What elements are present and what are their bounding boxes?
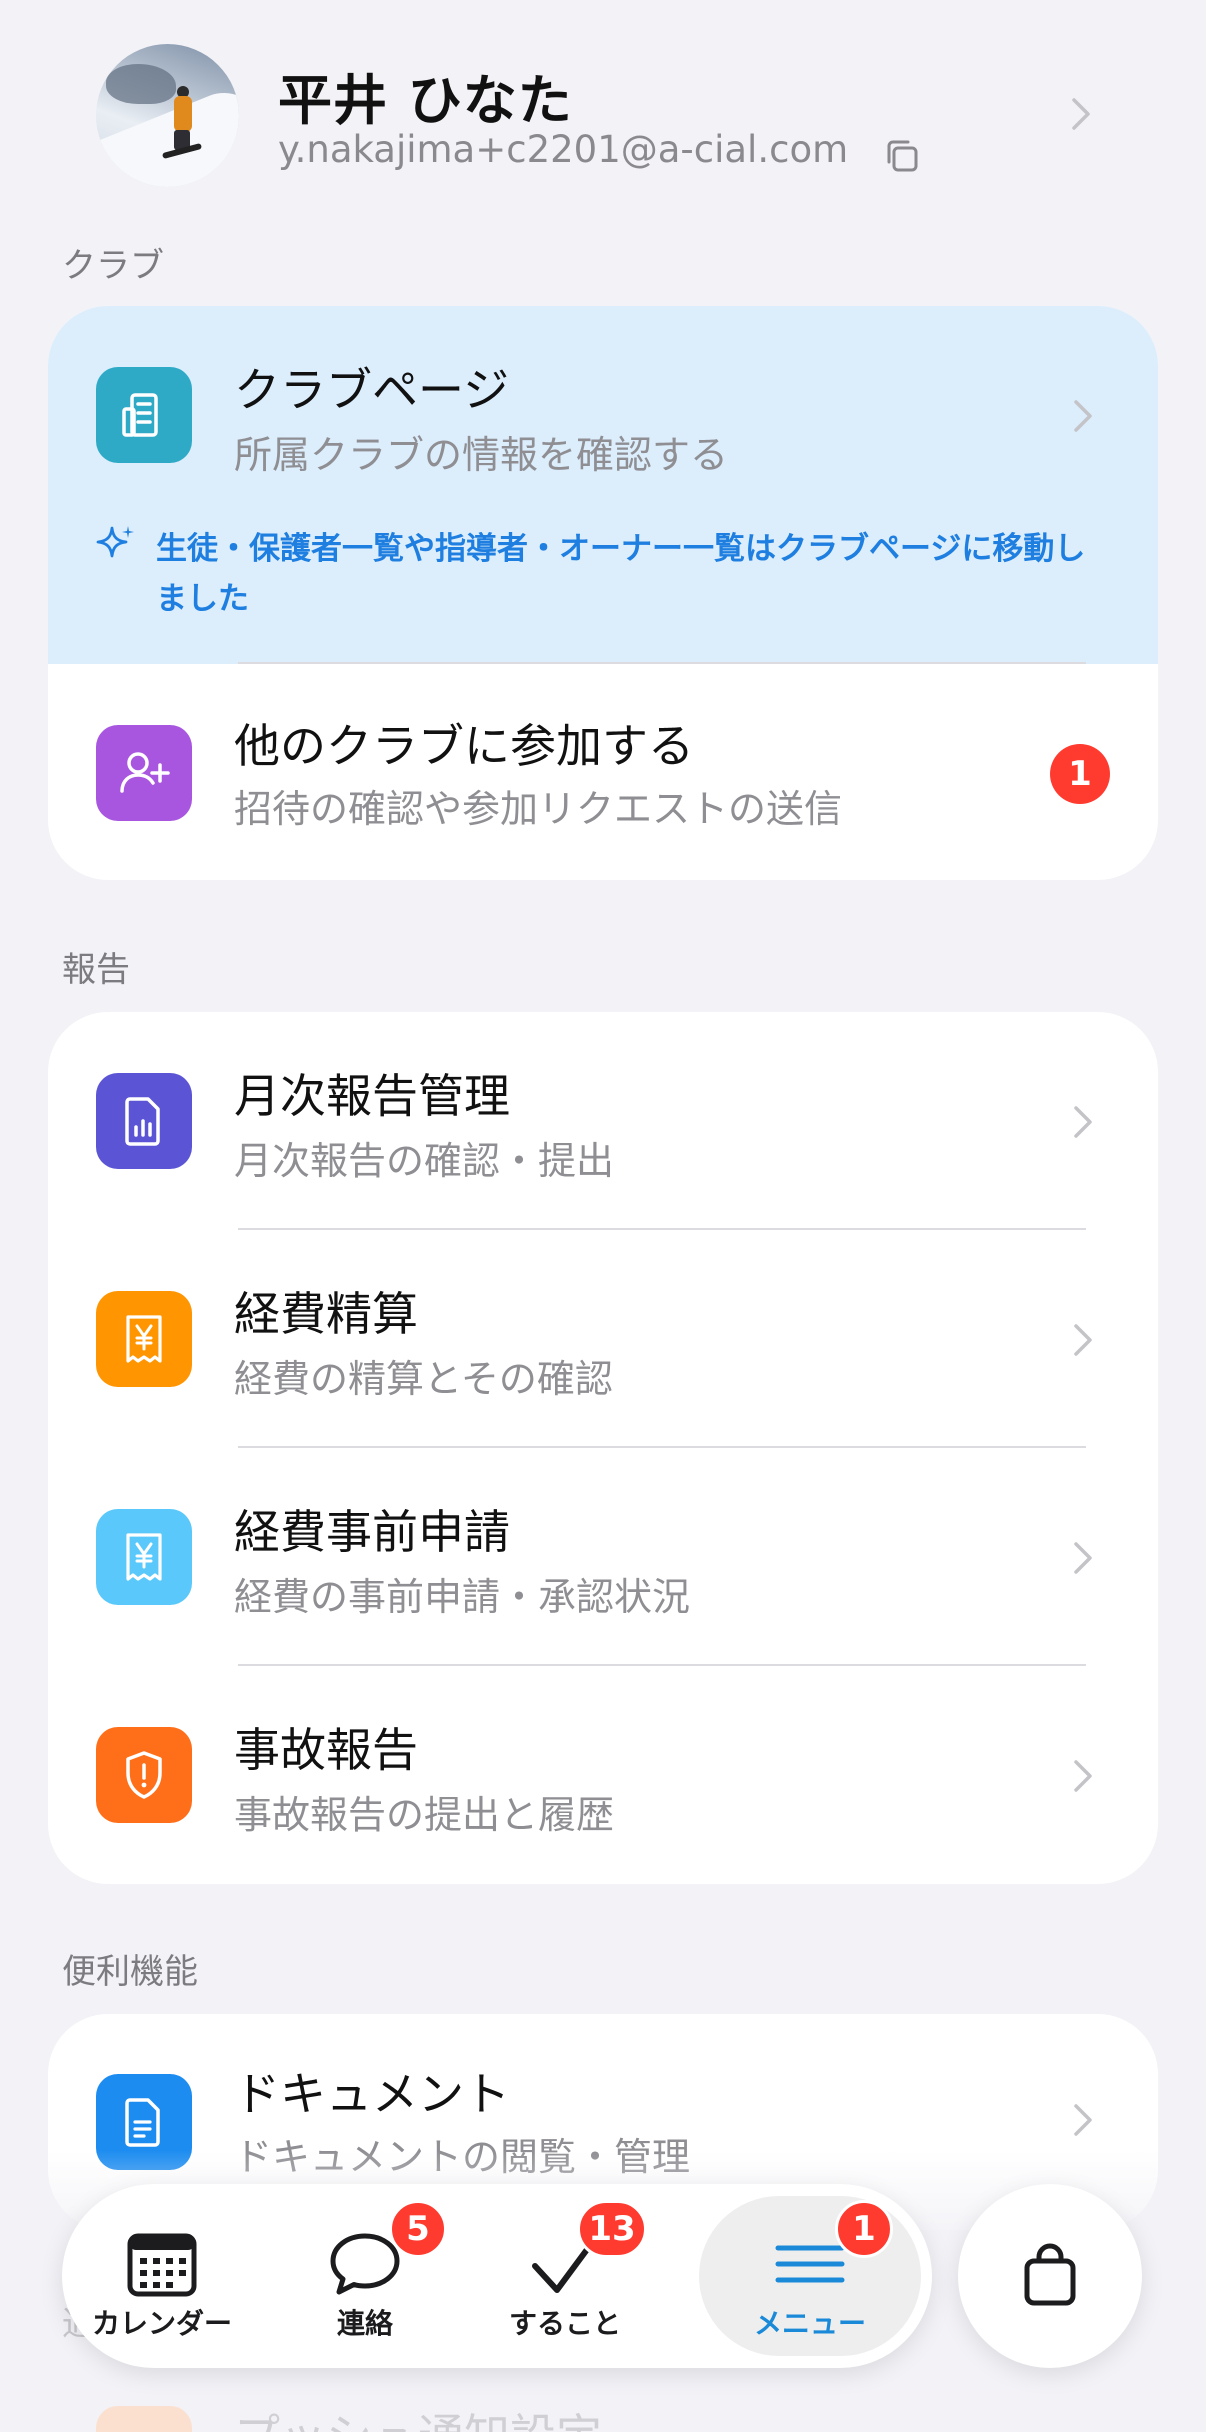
- tab-menu-label: メニュー: [753, 2307, 866, 2340]
- expense-settlement-row[interactable]: 経費精算 経費の精算とその確認: [48, 1230, 1158, 1448]
- tab-messages[interactable]: 連絡 5: [265, 2184, 465, 2368]
- todo-badge: 13: [577, 2200, 647, 2258]
- section-label-club: クラブ: [62, 246, 164, 286]
- monthly-report-title: 月次報告管理: [234, 1069, 510, 1123]
- calendar-icon: [127, 2233, 197, 2297]
- menu-screen: 平井 ひなた y.nakajima+c2201@a-cial.com クラブ ク…: [0, 0, 1206, 2432]
- chart-document-icon: [96, 1073, 192, 1169]
- expense-preapproval-subtitle: 経費の事前申請・承認状況: [234, 1575, 691, 1619]
- tab-messages-label: 連絡: [336, 2307, 393, 2340]
- chevron-right-icon: [1074, 1106, 1092, 1138]
- bottom-tab-bar: カレンダー 連絡 5 すること 13 メニュー 1: [62, 2184, 932, 2368]
- club-page-subtitle: 所属クラブの情報を確認する: [234, 433, 729, 477]
- profile-email: y.nakajima+c2201@a-cial.com: [278, 128, 849, 171]
- join-club-subtitle: 招待の確認や参加リクエストの送信: [234, 787, 843, 831]
- tab-menu[interactable]: メニュー 1: [699, 2184, 921, 2368]
- profile-name: 平井 ひなた: [278, 69, 573, 132]
- club-card: クラブページ 所属クラブの情報を確認する 生徒・保護者一覧や指導者・オーナー一覧…: [48, 306, 1158, 880]
- building-icon: [96, 367, 192, 463]
- chevron-right-icon: [1074, 1324, 1092, 1356]
- expense-preapproval-row[interactable]: 経費事前申請 経費の事前申請・承認状況: [48, 1448, 1158, 1666]
- shop-button[interactable]: [958, 2184, 1142, 2368]
- chevron-right-icon: [1074, 1760, 1092, 1792]
- profile-header[interactable]: 平井 ひなた y.nakajima+c2201@a-cial.com: [0, 36, 1206, 196]
- expense-settlement-title: 経費精算: [234, 1287, 418, 1341]
- documents-title: ドキュメント: [234, 2067, 510, 2121]
- messages-badge: 5: [389, 2200, 447, 2258]
- accident-report-subtitle: 事故報告の提出と履歴: [234, 1793, 615, 1837]
- reports-card: 月次報告管理 月次報告の確認・提出 経費精算 経費の精算とその確認 経費事前申請…: [48, 1012, 1158, 1884]
- add-person-icon: [96, 725, 192, 821]
- club-move-notice: 生徒・保護者一覧や指導者・オーナー一覧はクラブページに移動しました: [156, 531, 1086, 617]
- monthly-report-row[interactable]: 月次報告管理 月次報告の確認・提出: [48, 1012, 1158, 1230]
- join-club-title: 他のクラブに参加する: [234, 719, 694, 773]
- notification-badge: 1: [1050, 744, 1110, 804]
- tab-calendar-label: カレンダー: [91, 2307, 232, 2340]
- chevron-right-icon: [1072, 98, 1090, 130]
- notification-settings-icon: [96, 2406, 192, 2432]
- yen-receipt-icon: [96, 1291, 192, 1387]
- yen-receipt-icon: [96, 1509, 192, 1605]
- club-page-title: クラブページ: [234, 363, 510, 417]
- shopping-bag-icon: [1024, 2243, 1076, 2306]
- tab-calendar[interactable]: カレンダー: [62, 2184, 262, 2368]
- avatar[interactable]: [96, 44, 239, 187]
- chevron-right-icon: [1074, 400, 1092, 432]
- tab-todo[interactable]: すること 13: [465, 2184, 665, 2368]
- club-page-row[interactable]: クラブページ 所属クラブの情報を確認する: [48, 306, 1158, 524]
- sparkle-icon: [96, 526, 134, 558]
- tab-todo-label: すること: [508, 2307, 621, 2340]
- join-club-row[interactable]: 他のクラブに参加する 招待の確認や参加リクエストの送信 1: [48, 664, 1158, 880]
- menu-badge: 1: [835, 2200, 893, 2258]
- shield-alert-icon: [96, 1727, 192, 1823]
- expense-preapproval-title: 経費事前申請: [234, 1505, 510, 1559]
- chevron-right-icon: [1074, 2104, 1092, 2136]
- section-label-utilities: 便利機能: [62, 1952, 198, 1992]
- chevron-right-icon: [1074, 1542, 1092, 1574]
- monthly-report-subtitle: 月次報告の確認・提出: [234, 1139, 615, 1183]
- notification-settings-title[interactable]: プッシュ通知設定: [234, 2400, 602, 2432]
- accident-report-row[interactable]: 事故報告 事故報告の提出と履歴: [48, 1666, 1158, 1884]
- expense-settlement-subtitle: 経費の精算とその確認: [234, 1357, 613, 1401]
- copy-icon[interactable]: [880, 134, 924, 178]
- section-label-reports: 報告: [62, 950, 130, 990]
- accident-report-title: 事故報告: [234, 1723, 418, 1777]
